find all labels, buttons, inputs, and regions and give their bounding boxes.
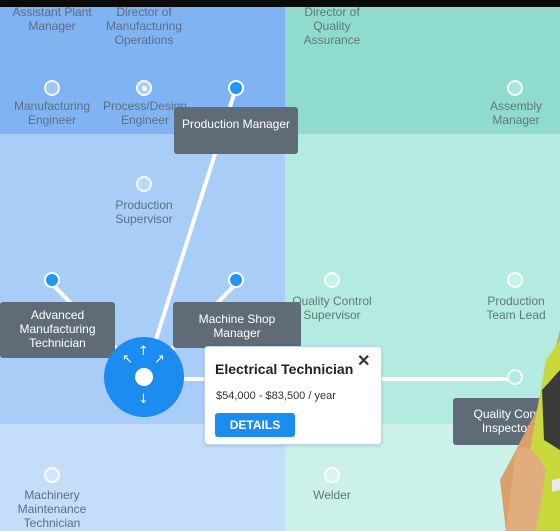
- label-welder[interactable]: Welder: [300, 488, 364, 502]
- arrow-down-icon: ↓: [138, 392, 149, 407]
- label-production-team-lead[interactable]: Production Team Lead: [478, 294, 554, 322]
- center-dot: [135, 368, 153, 386]
- node-production-manager[interactable]: [228, 80, 244, 96]
- label-quality-control-supervisor[interactable]: Quality Control Supervisor: [286, 294, 378, 322]
- node-quality-control-supervisor[interactable]: [324, 272, 340, 288]
- tooltip-advanced-manufacturing-technician[interactable]: Advanced Manufacturing Technician: [0, 302, 115, 358]
- label-director-quality-assurance[interactable]: Director of Quality Assurance: [288, 5, 376, 47]
- connection-lines: [50, 87, 515, 381]
- node-production-team-lead[interactable]: [507, 272, 523, 288]
- label-machinery-maintenance-technician[interactable]: Machinery Maintenance Technician: [10, 488, 94, 530]
- career-details-card: Electrical Technician ✕ $54,000 - $83,50…: [204, 346, 382, 445]
- label-director-manufacturing-operations[interactable]: Director of Manufacturing Operations: [96, 5, 192, 47]
- arrow-up-left-icon: ↖: [122, 352, 133, 367]
- label-assistant-plant-manager[interactable]: Assistant Plant Manager: [6, 5, 98, 33]
- career-pathway-map: Assistant Plant Manager Director of Manu…: [0, 0, 560, 531]
- details-button[interactable]: DETAILS: [215, 413, 295, 437]
- tooltip-production-manager[interactable]: Production Manager: [174, 107, 298, 154]
- node-production-supervisor[interactable]: [136, 176, 152, 192]
- label-assembly-manager[interactable]: Assembly Manager: [478, 99, 554, 127]
- tooltip-machine-shop-manager[interactable]: Machine Shop Manager: [173, 302, 301, 348]
- close-icon[interactable]: ✕: [357, 354, 370, 370]
- node-process-design-engineer[interactable]: [136, 80, 152, 96]
- node-advanced-manufacturing-technician[interactable]: [44, 272, 60, 288]
- worker-photo: [500, 330, 560, 531]
- label-manufacturing-engineer[interactable]: Manufacturing Engineer: [4, 99, 100, 127]
- node-machine-shop-manager[interactable]: [228, 272, 244, 288]
- card-title: Electrical Technician: [215, 361, 354, 377]
- label-production-supervisor[interactable]: Production Supervisor: [104, 198, 184, 226]
- node-manufacturing-engineer[interactable]: [44, 80, 60, 96]
- node-machinery-maintenance-technician[interactable]: [44, 467, 60, 483]
- node-assembly-manager[interactable]: [507, 80, 523, 96]
- current-career-node[interactable]: ↑ ↖ ↗ ↓: [104, 337, 184, 417]
- card-salary: $54,000 - $83,500 / year: [216, 390, 336, 402]
- node-welder[interactable]: [324, 467, 340, 483]
- arrow-up-right-icon: ↗: [154, 352, 165, 367]
- arrow-up-icon: ↑: [138, 344, 149, 359]
